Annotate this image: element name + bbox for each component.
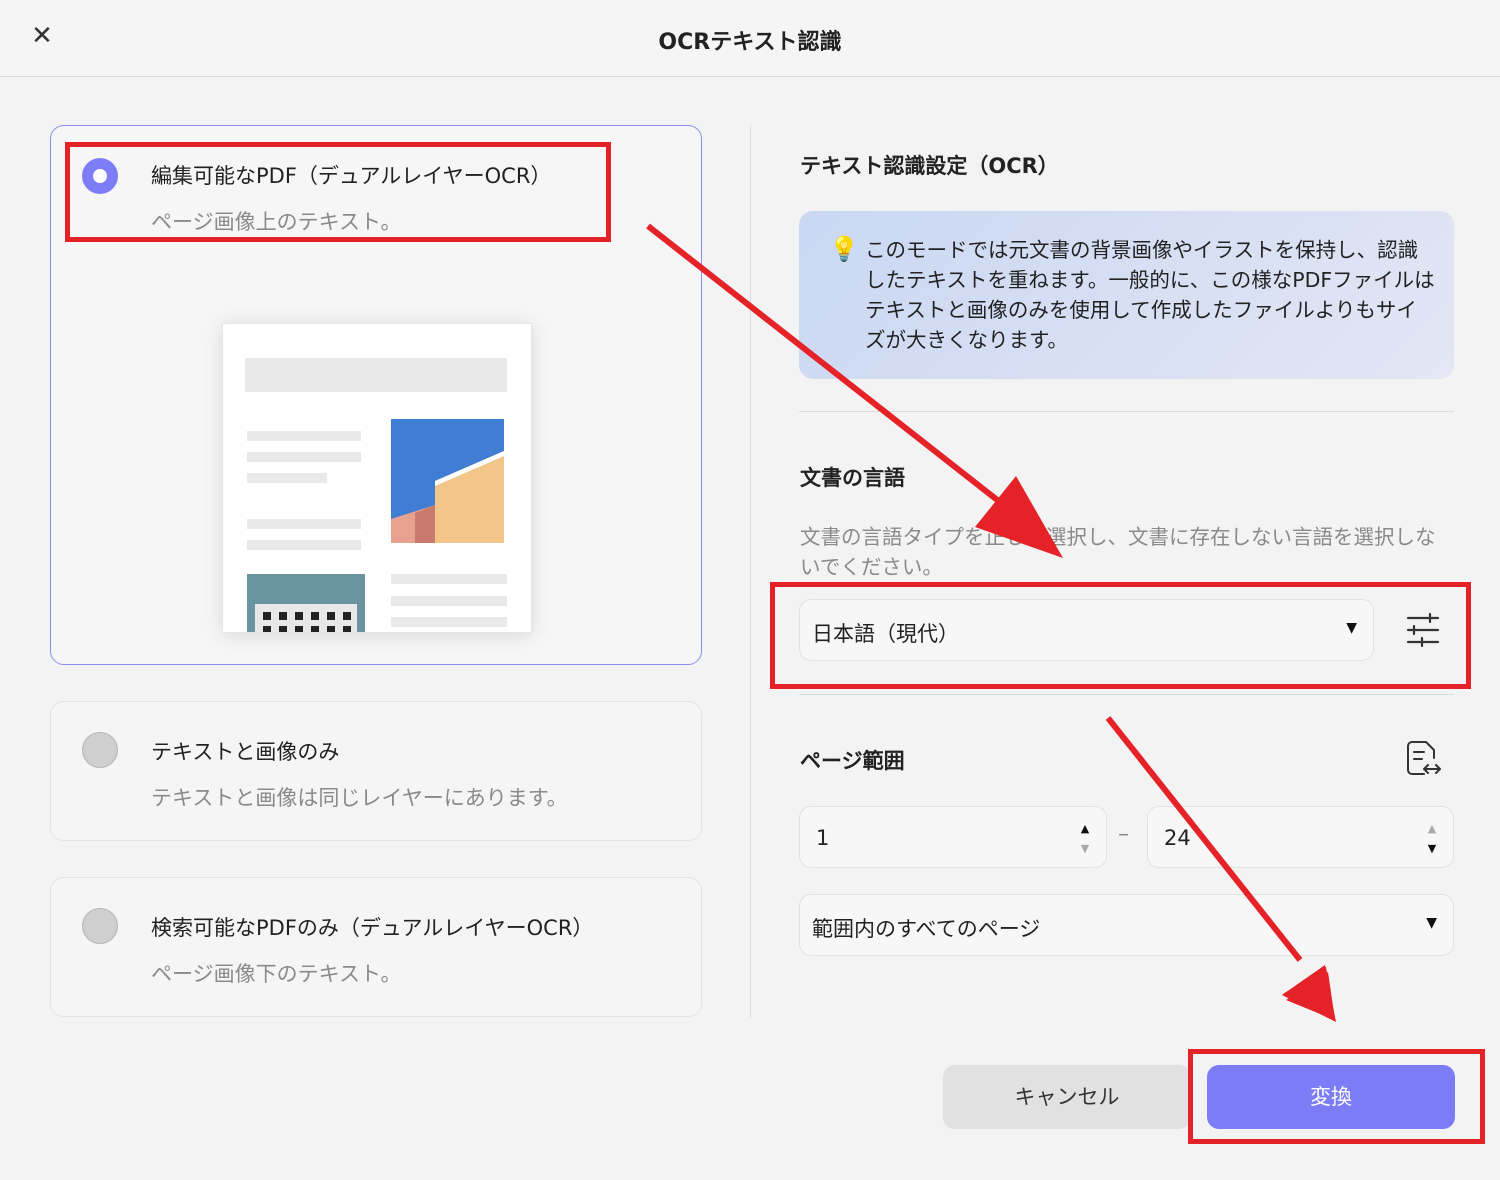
divider (799, 411, 1454, 412)
info-box: 💡 このモードでは元文書の背景画像やイラストを保持し、認識したテキストを重ねます… (799, 211, 1454, 379)
document-preview-image (222, 323, 532, 633)
range-value: 範囲内のすべてのページ (812, 917, 1041, 941)
arrow-head-2 (1283, 967, 1335, 1020)
highlight-box-mode (65, 142, 611, 242)
stepper-arrows[interactable]: ▲ ▼ (1425, 819, 1439, 859)
radio-unselected[interactable] (82, 732, 118, 768)
caret-down-icon: ▼ (1426, 915, 1437, 931)
info-text: このモードでは元文書の背景画像やイラストを保持し、認識したテキストを重ねます。一… (865, 238, 1435, 352)
mode-title: 検索可能なPDFのみ（デュアルレイヤーOCR） (151, 916, 594, 940)
mode-title: テキストと画像のみ (151, 740, 340, 764)
highlight-box-convert (1188, 1049, 1485, 1144)
page-from-input[interactable]: 1 ▲ ▼ (799, 806, 1107, 868)
page-from-value: 1 (816, 826, 830, 850)
radio-unselected[interactable] (82, 908, 118, 944)
building-photo-2 (247, 574, 365, 632)
mode-desc: ページ画像下のテキスト。 (151, 962, 402, 986)
page-range-icon[interactable] (1402, 738, 1444, 780)
mode-desc: テキストと画像は同じレイヤーにあります。 (151, 786, 568, 810)
settings-title: テキスト認識設定（OCR） (800, 154, 1059, 178)
stepper-arrows[interactable]: ▲ ▼ (1078, 819, 1092, 859)
lightbulb-icon: 💡 (829, 235, 859, 263)
dialog-title: OCRテキスト認識 (658, 30, 842, 55)
ocr-dialog: ✕ OCRテキスト認識 編集可能なPDF（デュアルレイヤーOCR） ページ画像上… (0, 0, 1500, 1180)
cancel-button[interactable]: キャンセル (943, 1065, 1191, 1129)
building-photo (391, 419, 504, 543)
page-range-select[interactable]: 範囲内のすべてのページ ▼ (799, 894, 1454, 956)
page-range-title: ページ範囲 (800, 749, 905, 773)
column-divider (750, 125, 751, 1018)
page-to-input[interactable]: 24 ▲ ▼ (1147, 806, 1454, 868)
page-to-value: 24 (1164, 826, 1191, 850)
highlight-box-language (770, 582, 1471, 689)
divider (799, 694, 1454, 695)
range-dash: – (1118, 822, 1129, 847)
language-title: 文書の言語 (800, 466, 905, 490)
mode-option-text-image[interactable]: テキストと画像のみ テキストと画像は同じレイヤーにあります。 (50, 701, 702, 841)
language-help: 文書の言語タイプを正しく選択し、文書に存在しない言語を選択しないでください。 (800, 525, 1436, 579)
titlebar: ✕ OCRテキスト認識 (0, 0, 1500, 77)
mode-option-searchable-pdf[interactable]: 検索可能なPDFのみ（デュアルレイヤーOCR） ページ画像下のテキスト。 (50, 877, 702, 1017)
